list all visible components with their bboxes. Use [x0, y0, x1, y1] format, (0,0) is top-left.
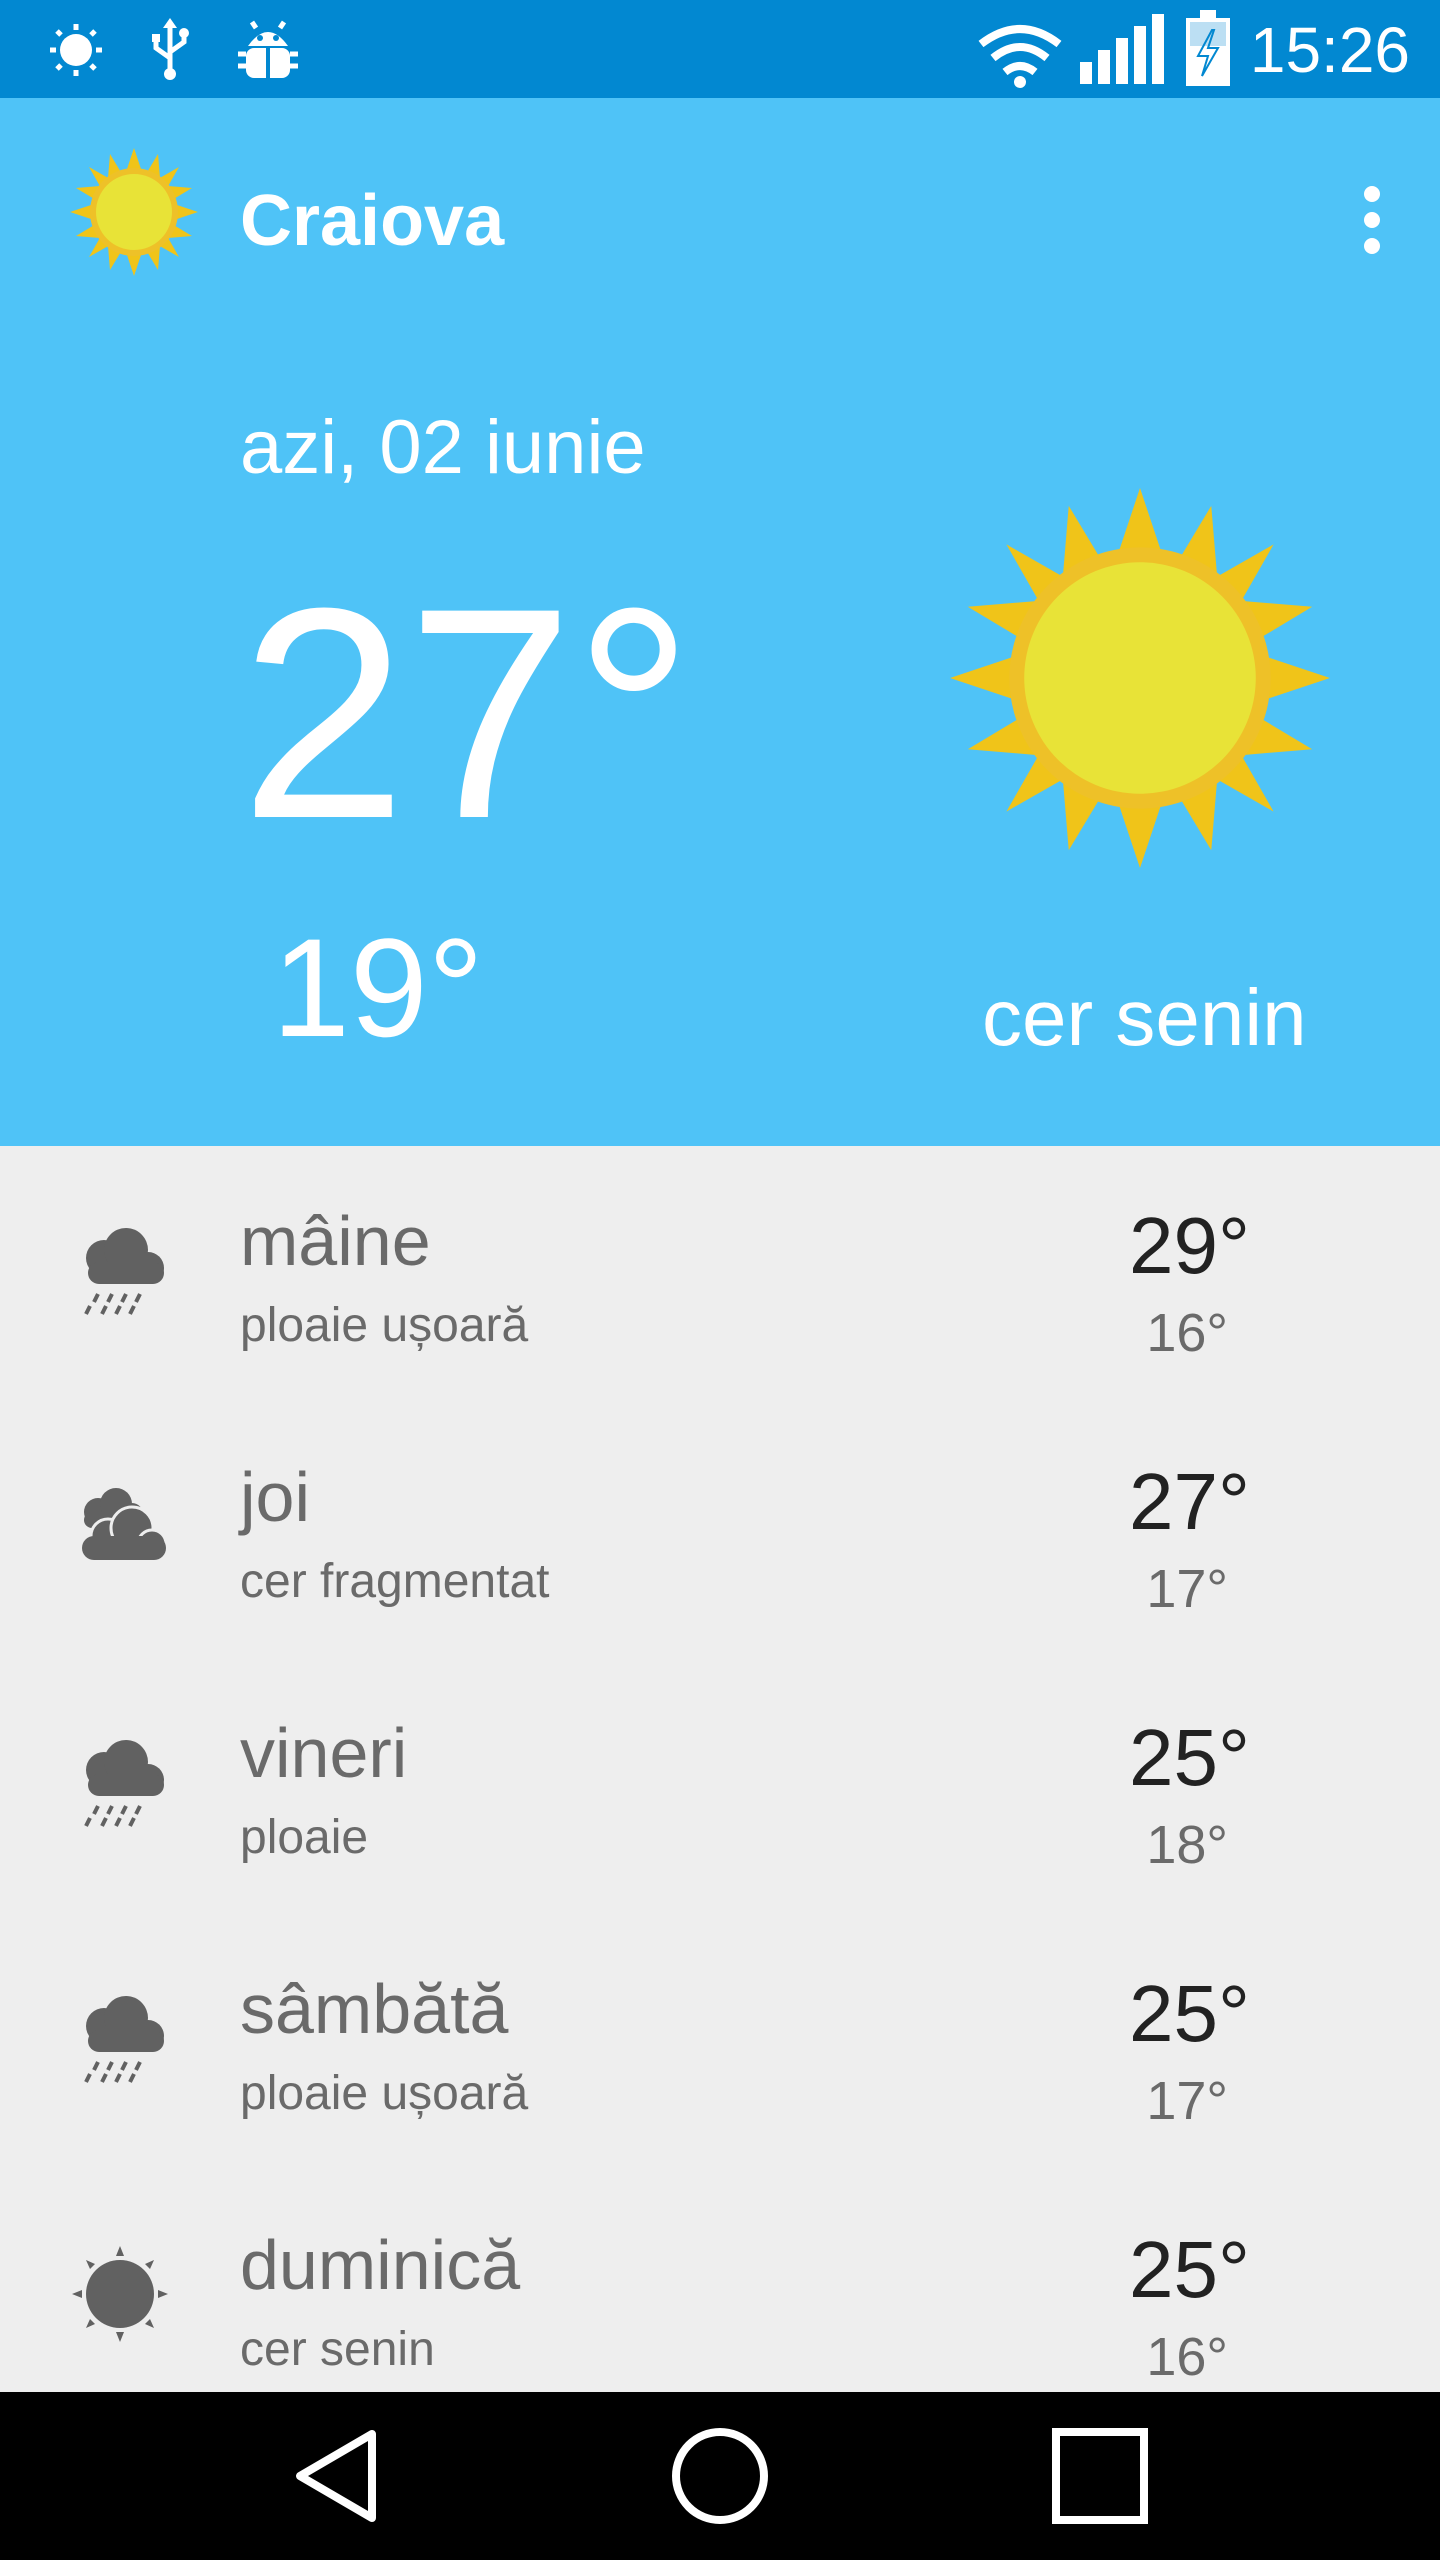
signal-icon: [1080, 14, 1164, 89]
menu-dot: [1364, 186, 1380, 202]
forecast-desc: cer senin: [240, 2323, 435, 2376]
today-high-temp: 27°: [240, 545, 694, 881]
forecast-day: mâine: [240, 1202, 431, 1280]
forecast-row[interactable]: mâine ploaie ușoară 29° 16°: [0, 1146, 1440, 1402]
forecast-day: sâmbătă: [240, 1970, 509, 2048]
forecast-row[interactable]: sâmbătă ploaie ușoară 25° 17°: [0, 1914, 1440, 2170]
usb-icon: [148, 18, 192, 87]
wifi-icon: [975, 22, 1065, 93]
sun-icon: [950, 488, 1330, 873]
today-low-temp: 19°: [272, 909, 484, 1066]
rain-cloud-icon: [68, 1986, 172, 2095]
recents-icon[interactable]: [1050, 2426, 1150, 2531]
status-time: 15:26: [1249, 14, 1410, 86]
android-debug-icon: [234, 18, 302, 87]
rain-cloud-icon: [68, 1730, 172, 1839]
more-vert-icon[interactable]: [1344, 170, 1400, 270]
forecast-desc: ploaie: [240, 1811, 369, 1864]
navigation-bar: [0, 2392, 1440, 2560]
forecast-high: 27°: [1129, 1457, 1250, 1546]
status-bar: 15:26: [0, 0, 1440, 98]
forecast-day: joi: [240, 1458, 311, 1536]
forecast-low: 18°: [1146, 1815, 1228, 1875]
sun-icon: [70, 148, 198, 281]
forecast-day: duminică: [240, 2226, 521, 2304]
forecast-day: vineri: [240, 1714, 408, 1792]
forecast-desc: ploaie ușoară: [240, 1299, 529, 1352]
home-icon[interactable]: [670, 2426, 770, 2531]
forecast-desc: cer fragmentat: [240, 1555, 550, 1608]
battery-charging-icon: [1184, 10, 1232, 93]
forecast-row[interactable]: joi cer fragmentat 27° 17°: [0, 1402, 1440, 1658]
forecast-desc: ploaie ușoară: [240, 2067, 529, 2120]
back-icon[interactable]: [290, 2426, 390, 2531]
forecast-high: 25°: [1129, 2225, 1250, 2314]
forecast-row[interactable]: vineri ploaie 25° 18°: [0, 1658, 1440, 1914]
brightness-icon: [48, 18, 104, 87]
today-condition: cer senin: [982, 973, 1307, 1062]
forecast-high: 25°: [1129, 1713, 1250, 1802]
broken-clouds-icon: [68, 1474, 172, 1583]
menu-dot: [1364, 212, 1380, 228]
today-date: azi, 02 iunie: [240, 405, 646, 490]
forecast-low: 16°: [1146, 1303, 1228, 1363]
forecast-low: 17°: [1146, 2071, 1228, 2131]
city-title: Craiova: [240, 181, 505, 261]
clear-sun-icon: [68, 2242, 172, 2351]
forecast-list: mâine ploaie ușoară 29° 16° joi cer frag…: [0, 1146, 1440, 2392]
rain-cloud-icon: [68, 1218, 172, 1327]
forecast-low: 17°: [1146, 1559, 1228, 1619]
forecast-high: 29°: [1129, 1201, 1250, 1290]
forecast-high: 25°: [1129, 1969, 1250, 2058]
today-header: Craiova azi, 02 iunie 27° 19° cer senin: [0, 98, 1440, 1146]
forecast-low: 16°: [1146, 2327, 1228, 2387]
forecast-row[interactable]: duminică cer senin 25° 16°: [0, 2170, 1440, 2392]
menu-dot: [1364, 238, 1380, 254]
